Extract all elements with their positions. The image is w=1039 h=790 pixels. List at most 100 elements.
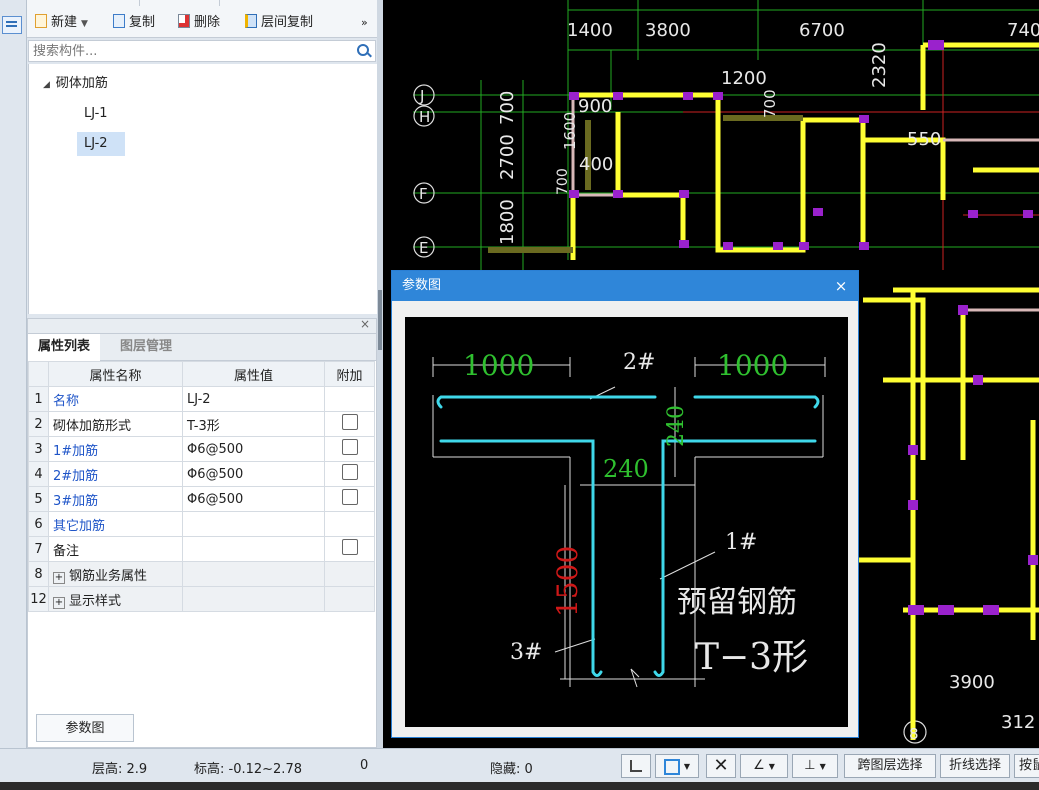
tab-property-list[interactable]: 属性列表 bbox=[28, 334, 101, 361]
cad-label: 700 bbox=[555, 168, 571, 195]
properties-icon[interactable] bbox=[2, 16, 22, 34]
cad-dim-side: 2700 bbox=[497, 134, 518, 180]
table-row[interactable]: 6 其它加筋 bbox=[28, 511, 375, 537]
cad-label: 550 bbox=[907, 129, 941, 150]
floor-copy-button[interactable]: 层间复制 bbox=[245, 12, 313, 34]
property-group-display-style[interactable]: + 显示样式 bbox=[48, 586, 183, 612]
label-1: 1# bbox=[725, 530, 757, 555]
parameter-diagram-button[interactable]: 参数图 bbox=[36, 714, 134, 742]
dialog-titlebar[interactable]: 参数图 × bbox=[392, 271, 858, 301]
attach-cell bbox=[324, 486, 375, 512]
angle-icon: ∠ bbox=[753, 758, 765, 773]
table-row[interactable]: 5 3#加筋 Φ6@500 bbox=[28, 486, 375, 512]
ortho-icon bbox=[630, 760, 642, 772]
cad-dim-top: 1400 bbox=[567, 20, 613, 41]
tree-item[interactable]: LJ-1 bbox=[84, 102, 108, 126]
property-value[interactable]: LJ-2 bbox=[182, 386, 325, 412]
expand-plus-icon[interactable]: + bbox=[53, 571, 65, 584]
axis-label: H bbox=[419, 108, 430, 126]
attach-cell bbox=[324, 511, 375, 537]
property-value[interactable]: Φ6@500 bbox=[182, 486, 325, 512]
close-icon[interactable]: × bbox=[834, 271, 848, 301]
property-panel: × 属性列表 图层管理 属性名称 属性值 附加 1 名称 LJ-2 2 砌体加筋… bbox=[27, 317, 377, 748]
table-header-row: 属性名称 属性值 附加 bbox=[28, 361, 375, 387]
component-tree: ◢ 砌体加筋 LJ-1 LJ-2 bbox=[28, 64, 378, 314]
attach-cell bbox=[324, 436, 375, 462]
property-name: 2#加筋 bbox=[48, 461, 183, 487]
search-input[interactable] bbox=[29, 41, 337, 61]
component-toolbar: 新建 ▼ 复制 删除 层间复制 » bbox=[27, 0, 377, 38]
attach-checkbox[interactable] bbox=[341, 539, 358, 555]
property-group-rebar-business[interactable]: + 钢筋业务属性 bbox=[48, 561, 183, 587]
tab-layer-management[interactable]: 图层管理 bbox=[110, 334, 182, 360]
label-3: 3# bbox=[510, 640, 542, 665]
t3-rebar-diagram: 1000 1000 240 240 2# 1# 3# 预留钢筋 T−3形 150… bbox=[432, 349, 826, 688]
tree-item-selected[interactable]: LJ-2 bbox=[77, 132, 125, 156]
tree-root-masonry-rebar[interactable]: ◢ 砌体加筋 bbox=[43, 72, 108, 96]
attach-cell bbox=[324, 411, 375, 437]
axis-label: E bbox=[419, 239, 428, 257]
floor-copy-icon bbox=[245, 14, 257, 28]
table-row[interactable]: 3 1#加筋 Φ6@500 bbox=[28, 436, 375, 462]
ortho-mode-button[interactable] bbox=[621, 754, 651, 778]
table-row[interactable]: 1 名称 LJ-2 bbox=[28, 386, 375, 412]
property-panel-titlebar: × bbox=[28, 317, 376, 334]
dimension-icon: ⊥ bbox=[804, 758, 816, 773]
copy-button[interactable]: 复制 bbox=[113, 12, 155, 34]
cad-label: 3900 bbox=[949, 672, 995, 693]
dimension-button[interactable]: ⊥ ▼ bbox=[792, 754, 838, 778]
delete-button[interactable]: 删除 bbox=[178, 12, 220, 34]
attach-checkbox[interactable] bbox=[341, 464, 358, 480]
caption-reserved-rebar: 预留钢筋 bbox=[677, 585, 797, 620]
property-tabs: 属性列表 图层管理 bbox=[28, 334, 376, 361]
table-row[interactable]: 7 备注 bbox=[28, 536, 375, 562]
axis-label: J bbox=[419, 87, 424, 105]
axis-label: 8 bbox=[909, 725, 919, 743]
tab-stub bbox=[27, 0, 140, 6]
dim-240-horizontal: 240 bbox=[603, 455, 649, 483]
property-value bbox=[182, 586, 325, 612]
property-value[interactable]: Φ6@500 bbox=[182, 436, 325, 462]
cad-label: 700 bbox=[761, 89, 779, 118]
cross-select-button[interactable]: ✕ bbox=[706, 754, 736, 778]
snap-mode-button[interactable]: ▼ bbox=[655, 754, 699, 778]
property-value[interactable] bbox=[182, 511, 325, 537]
property-value[interactable] bbox=[182, 536, 325, 562]
attach-cell bbox=[324, 561, 375, 587]
cad-label: 1600 bbox=[561, 112, 579, 150]
angle-button[interactable]: ∠ ▼ bbox=[740, 754, 788, 778]
table-row[interactable]: 2 砌体加筋形式 T-3形 bbox=[28, 411, 375, 437]
expand-plus-icon[interactable]: + bbox=[53, 596, 65, 609]
table-row[interactable]: 12 + 显示样式 bbox=[28, 586, 375, 612]
table-row[interactable]: 4 2#加筋 Φ6@500 bbox=[28, 461, 375, 487]
cad-dim-top: 3800 bbox=[645, 20, 691, 41]
cad-label: 1200 bbox=[721, 68, 767, 89]
new-button[interactable]: 新建 ▼ bbox=[35, 12, 88, 34]
cad-label: 2320 bbox=[869, 42, 890, 88]
floor-height: 层高: 2.9 bbox=[92, 762, 148, 777]
property-value[interactable]: Φ6@500 bbox=[182, 461, 325, 487]
chevron-down-icon: ▼ bbox=[819, 762, 826, 771]
attach-checkbox[interactable] bbox=[341, 489, 358, 505]
cross-icon: ✕ bbox=[713, 755, 729, 776]
table-row[interactable]: 8 + 钢筋业务属性 bbox=[28, 561, 375, 587]
close-icon[interactable]: × bbox=[360, 317, 370, 331]
dim-top-left: 1000 bbox=[463, 349, 534, 382]
more-button[interactable]: » bbox=[361, 12, 368, 34]
press-mouse-button[interactable]: 按鼠 bbox=[1014, 754, 1039, 778]
cross-floor-select-button[interactable]: 跨图层选择 bbox=[844, 754, 936, 778]
property-name: 其它加筋 bbox=[48, 511, 183, 537]
property-value[interactable]: T-3形 bbox=[182, 411, 325, 437]
component-search bbox=[28, 40, 376, 62]
polyline-select-button[interactable]: 折线选择 bbox=[940, 754, 1010, 778]
collapse-triangle-icon[interactable]: ◢ bbox=[43, 80, 50, 90]
cad-dim-top: 740 bbox=[1007, 20, 1039, 41]
splitter-handle[interactable] bbox=[378, 290, 382, 350]
property-name: 砌体加筋形式 bbox=[48, 411, 183, 437]
snap-icon bbox=[663, 759, 680, 775]
attach-checkbox[interactable] bbox=[341, 439, 358, 455]
search-icon-handle bbox=[367, 52, 372, 58]
chevron-down-icon: ▼ bbox=[81, 19, 88, 29]
copy-icon bbox=[113, 14, 125, 28]
attach-checkbox[interactable] bbox=[341, 414, 358, 430]
